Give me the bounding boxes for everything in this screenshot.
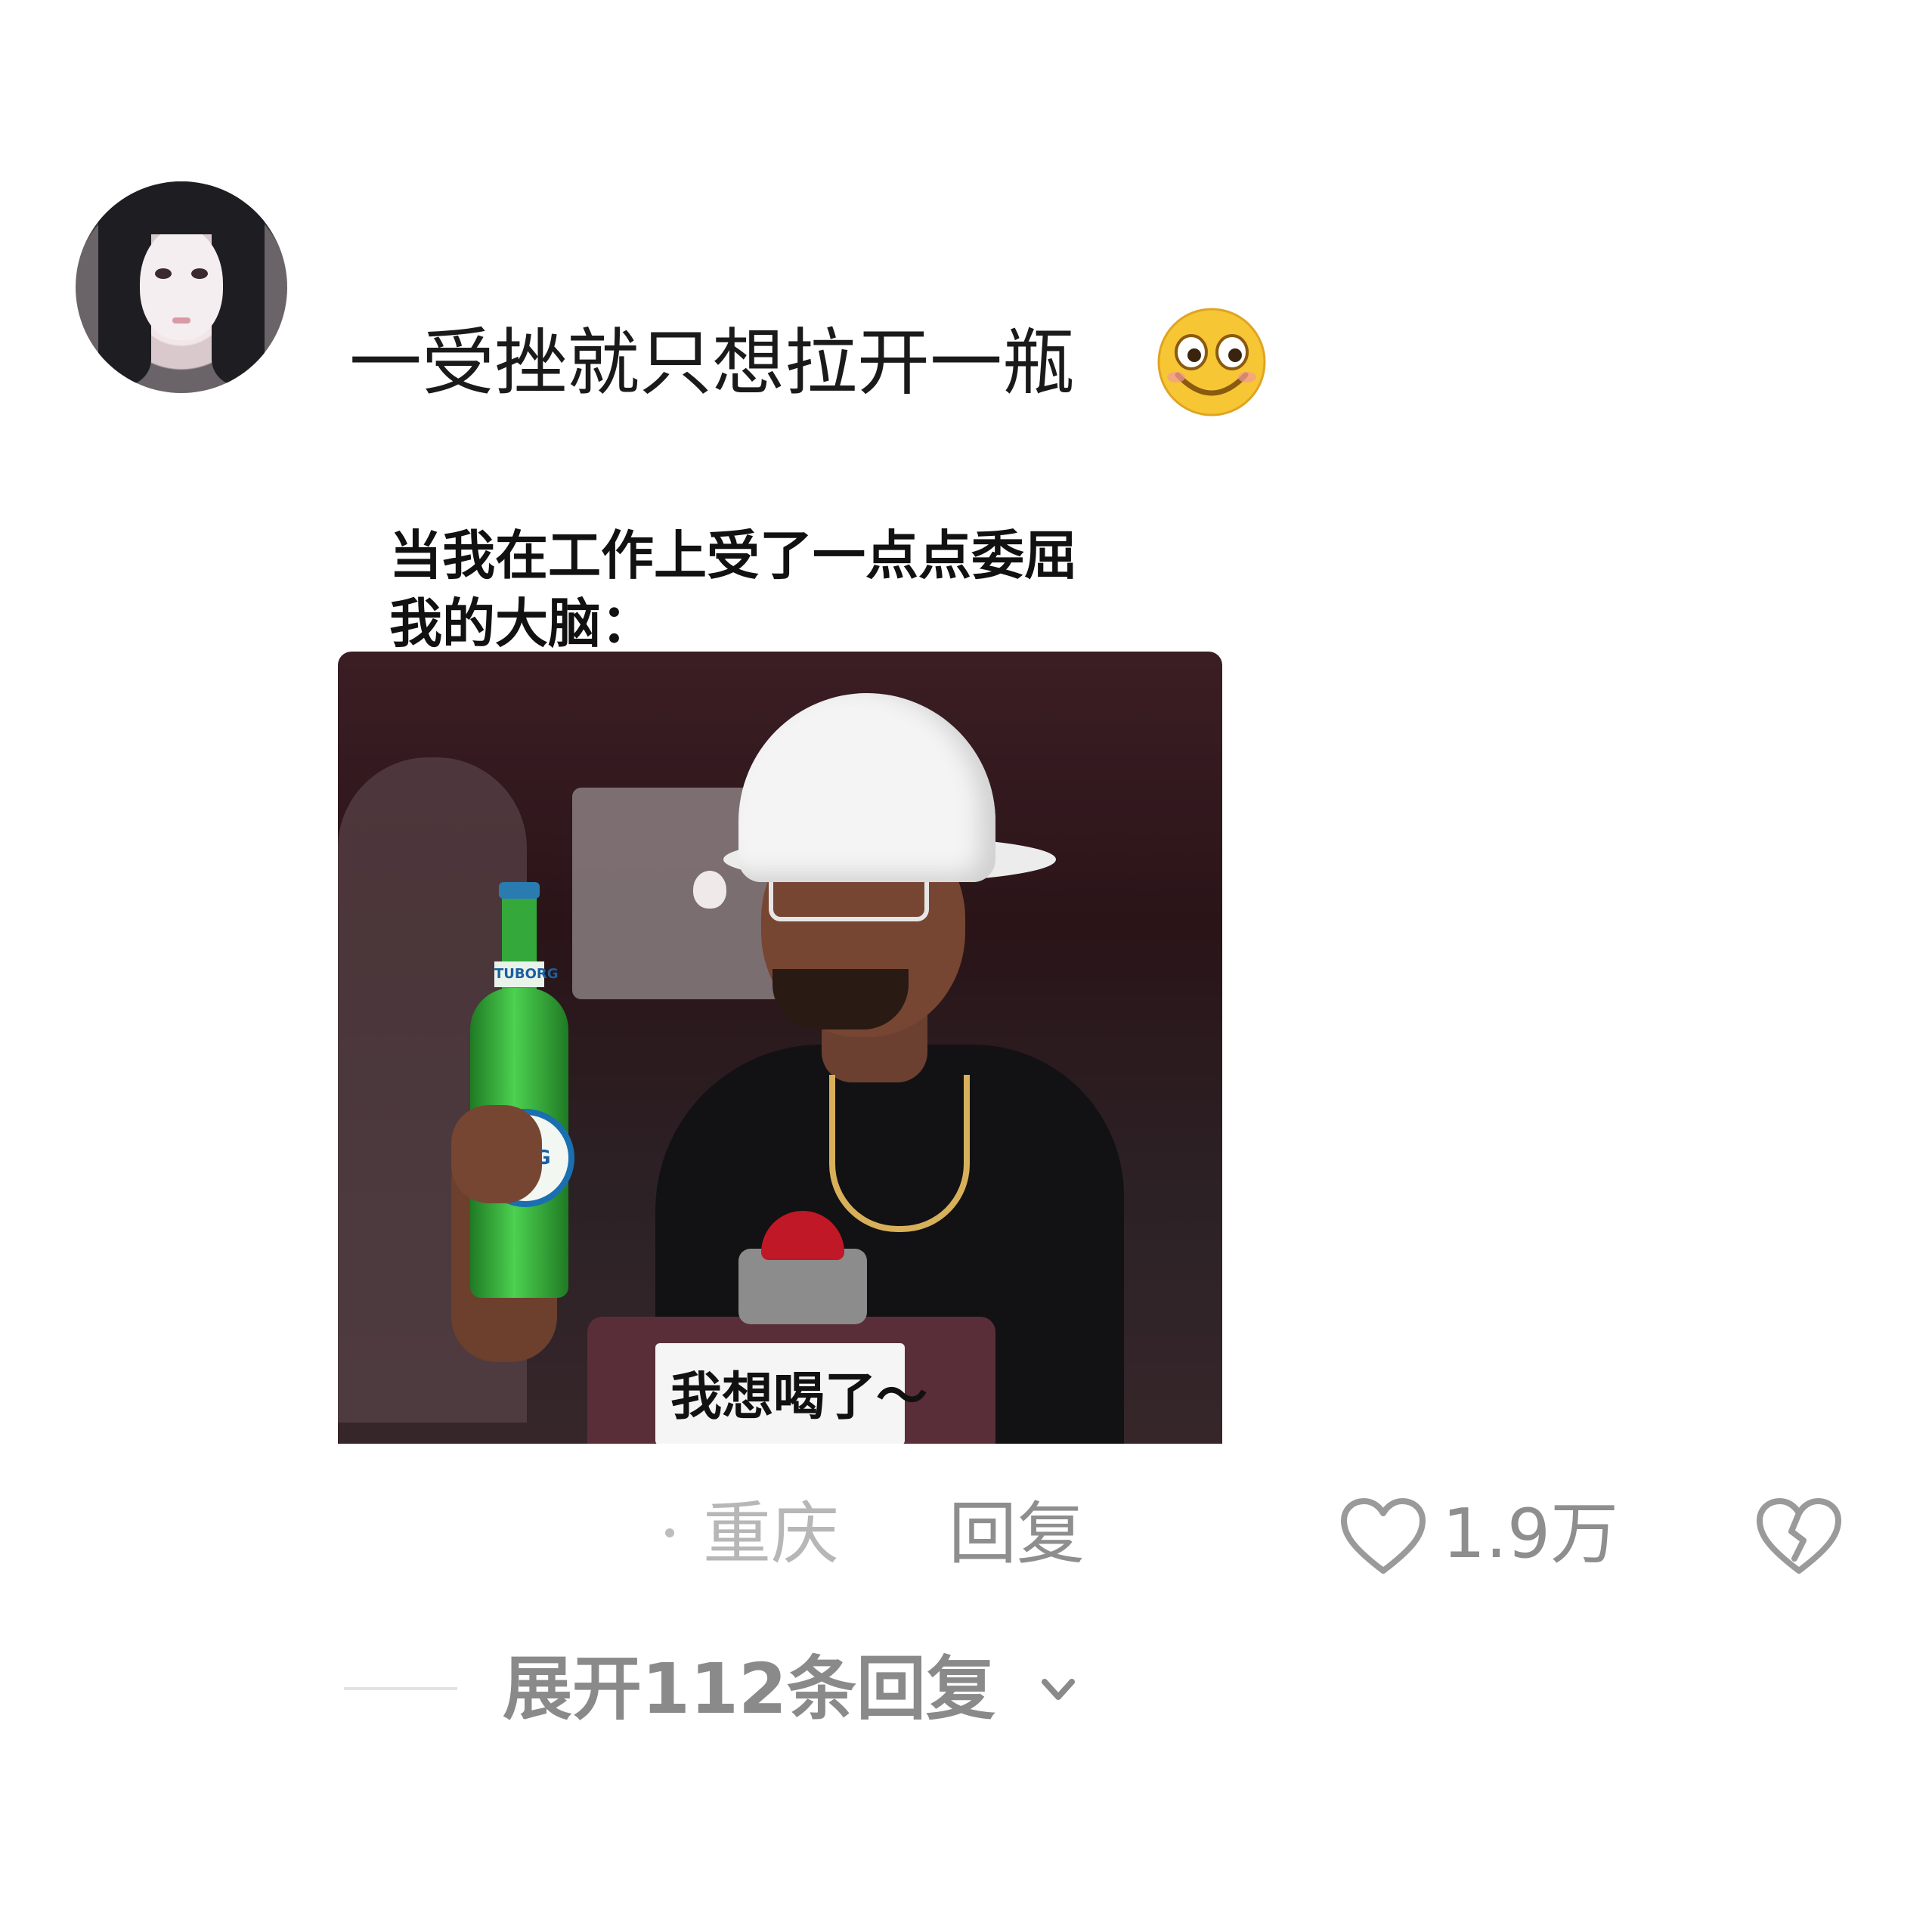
user-avatar[interactable] xyxy=(76,181,287,393)
beer-bottle: TUBORG BORG xyxy=(470,882,574,1298)
broken-heart-icon[interactable] xyxy=(1754,1495,1844,1578)
like-count: 1.9万 xyxy=(1442,1494,1619,1574)
chevron-down-icon[interactable] xyxy=(1036,1667,1081,1712)
meme-caption-line1: 当我在工作上受了一点点委屈 xyxy=(389,525,1077,587)
meme-caption-line2: 我的大脑： xyxy=(389,593,654,655)
meme-image[interactable]: 当我在工作上受了一点点委屈 我的大脑： TUBORG BORG 我想喝了～ xyxy=(329,506,1225,1444)
separator-dot xyxy=(665,1528,674,1537)
red-buzzer-button xyxy=(738,1249,867,1324)
heart-icon[interactable] xyxy=(1338,1495,1429,1578)
podium-label: 我想喝了～ xyxy=(670,1367,928,1427)
apple-logo-icon xyxy=(693,871,726,909)
meme-photo: TUBORG BORG 我想喝了～ xyxy=(338,652,1222,1444)
expand-replies-button[interactable]: 展开112条回复 xyxy=(503,1648,995,1731)
comment-text: 一受挫就只想拉开一瓶 xyxy=(349,320,1075,405)
reply-button[interactable]: 回复 xyxy=(949,1493,1085,1576)
bottle-brand: TUBORG xyxy=(494,961,559,987)
expand-divider xyxy=(344,1687,457,1690)
location-label: 重庆 xyxy=(703,1494,839,1574)
smiling-face-emoji-icon xyxy=(1157,308,1266,416)
